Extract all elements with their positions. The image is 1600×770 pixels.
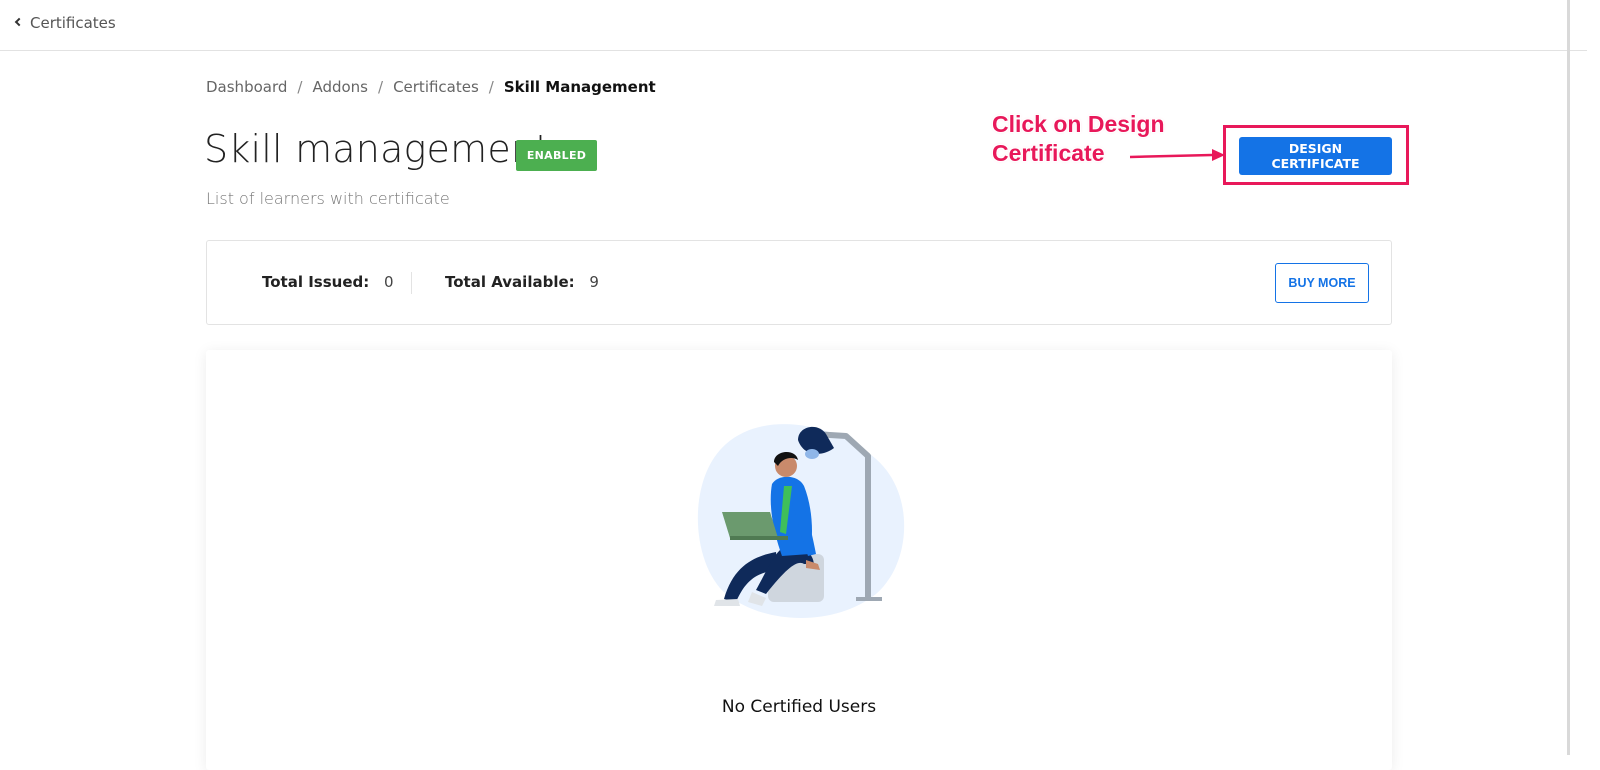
breadcrumb-separator: / — [297, 78, 303, 96]
breadcrumb-current: Skill Management — [503, 78, 656, 96]
stat-issued-label: Total Issued: — [262, 273, 370, 291]
annotation-arrow-icon — [1129, 149, 1225, 161]
annotation-line-1: Click on Design — [992, 111, 1165, 137]
breadcrumb-addons[interactable]: Addons — [312, 78, 368, 96]
stat-available-label: Total Available: — [445, 273, 575, 291]
stat-divider — [411, 272, 412, 294]
stat-total-issued: Total Issued: 0 — [262, 273, 394, 291]
page-subtitle: List of learners with certificate — [206, 189, 450, 208]
empty-state-card: No Certified Users — [206, 350, 1392, 770]
top-bar: Certificates — [0, 0, 1587, 51]
buy-more-button[interactable]: BUY MORE — [1275, 263, 1369, 303]
breadcrumb-separator: / — [378, 78, 384, 96]
breadcrumb-separator: / — [488, 78, 494, 96]
person-laptop-illustration — [697, 424, 905, 618]
breadcrumb-dashboard[interactable]: Dashboard — [206, 78, 287, 96]
page-title: Skill management — [204, 127, 551, 171]
stat-total-available: Total Available: 9 — [445, 273, 599, 291]
stat-available-value: 9 — [589, 273, 599, 291]
stat-issued-value: 0 — [384, 273, 394, 291]
back-link[interactable]: Certificates — [14, 14, 116, 32]
empty-state-message: No Certified Users — [721, 697, 877, 717]
back-link-label: Certificates — [30, 14, 116, 32]
status-badge: ENABLED — [516, 140, 597, 171]
chevron-left-icon — [14, 17, 24, 27]
scrollbar[interactable] — [1567, 0, 1570, 755]
stats-card: Total Issued: 0 Total Available: 9 BUY M… — [206, 240, 1392, 325]
breadcrumb: Dashboard / Addons / Certificates / Skil… — [206, 78, 656, 96]
design-certificate-button[interactable]: DESIGN CERTIFICATE — [1239, 137, 1392, 175]
breadcrumb-certificates[interactable]: Certificates — [393, 78, 479, 96]
